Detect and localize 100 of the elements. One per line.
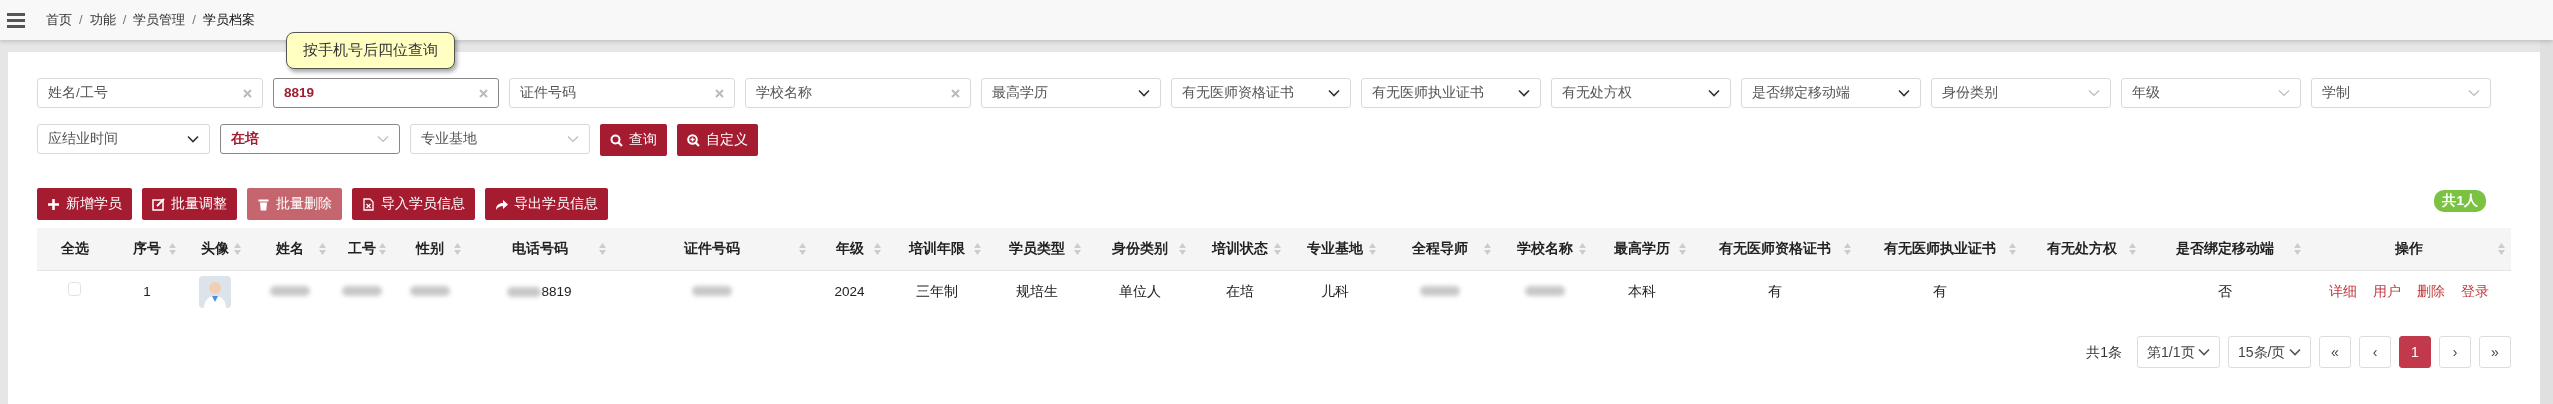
- row-checkbox[interactable]: [67, 282, 82, 296]
- tooltip: 按手机号后四位查询: [286, 32, 455, 69]
- count-badge: 共1人: [2434, 190, 2486, 213]
- column-header: 全选: [37, 228, 112, 270]
- sort-icon: [454, 243, 461, 255]
- dropdown[interactable]: 年级: [2121, 78, 2301, 108]
- column-header[interactable]: 专业基地: [1287, 228, 1382, 270]
- action-button[interactable]: 导出学员信息: [485, 188, 608, 220]
- dropdown[interactable]: 学制: [2311, 78, 2491, 108]
- column-header[interactable]: 年级: [812, 228, 887, 270]
- sort-icon: [599, 243, 606, 255]
- column-header[interactable]: 序号: [112, 228, 182, 270]
- chevron-icon: [1518, 89, 1530, 97]
- input-field[interactable]: 8819: [273, 78, 499, 108]
- page-button[interactable]: »: [2479, 336, 2511, 368]
- sort-icon: [379, 243, 386, 255]
- sort-icon: [2009, 243, 2016, 255]
- sort-icon: [974, 243, 981, 255]
- column-header[interactable]: 电话号码: [467, 228, 612, 270]
- action-link[interactable]: 登录: [2461, 284, 2489, 300]
- page-dropdown[interactable]: 第1/1页: [2137, 336, 2221, 368]
- input-field[interactable]: 学校名称: [745, 78, 971, 108]
- share-icon: [495, 197, 508, 211]
- clear-icon: [243, 88, 252, 98]
- table-cell: 在培: [1225, 284, 1254, 300]
- menu-button[interactable]: [7, 12, 25, 28]
- column-header[interactable]: 有无医师执业证书: [1857, 228, 2022, 270]
- breadcrumb-link[interactable]: 首页: [46, 10, 72, 30]
- column-header[interactable]: 身份类别: [1087, 228, 1192, 270]
- column-header[interactable]: 是否绑定移动端: [2142, 228, 2307, 270]
- dropdown[interactable]: 是否绑定移动端: [1741, 78, 1921, 108]
- column-header[interactable]: 最高学历: [1592, 228, 1692, 270]
- action-link[interactable]: 详细: [2329, 284, 2357, 300]
- chevron-icon: [187, 135, 199, 143]
- total-count: 共1条: [2086, 342, 2123, 362]
- page-button[interactable]: «: [2319, 336, 2351, 368]
- blurred-text: [409, 286, 450, 297]
- sort-icon: [1679, 243, 1686, 255]
- sort-icon: [1579, 243, 1586, 255]
- column-header[interactable]: 学校名称: [1497, 228, 1592, 270]
- clear-icon: [951, 88, 960, 98]
- dropdown[interactable]: 有无医师资格证书: [1171, 78, 1351, 108]
- document-icon: [362, 197, 375, 211]
- dropdown[interactable]: 在培: [220, 124, 400, 154]
- chevron-icon: [1328, 89, 1340, 97]
- breadcrumb-link[interactable]: 功能: [89, 10, 116, 30]
- table-cell-text: 8819: [541, 282, 572, 301]
- scrollbar[interactable]: [2540, 40, 2553, 404]
- breadcrumb-separator: /: [192, 11, 196, 30]
- dropdown[interactable]: 身份类别: [1931, 78, 2111, 108]
- action-button[interactable]: 导入学员信息: [352, 188, 475, 220]
- clear-icon: [479, 88, 488, 98]
- chevron-icon: [2468, 89, 2480, 97]
- column-header[interactable]: 性别: [392, 228, 467, 270]
- input-field[interactable]: 姓名/工号: [37, 78, 263, 108]
- edit-icon: [152, 197, 165, 211]
- column-header[interactable]: 操作: [2307, 228, 2511, 270]
- search-button[interactable]: 查询: [600, 124, 667, 156]
- zoom-in-icon: [687, 133, 700, 147]
- dropdown[interactable]: 有无处方权: [1551, 78, 1731, 108]
- dropdown[interactable]: 有无医师执业证书: [1361, 78, 1541, 108]
- blurred-text: [269, 286, 310, 297]
- column-header[interactable]: 有无处方权: [2022, 228, 2142, 270]
- blurred-text: [342, 286, 382, 297]
- column-header[interactable]: 培训年限: [887, 228, 987, 270]
- column-header[interactable]: 证件号码: [612, 228, 812, 270]
- sort-icon: [1179, 243, 1186, 255]
- column-header[interactable]: 有无医师资格证书: [1692, 228, 1857, 270]
- dropdown[interactable]: 应结业时间: [37, 124, 210, 154]
- chevron-icon: [1138, 89, 1150, 97]
- column-header[interactable]: 学员类型: [987, 228, 1087, 270]
- column-header[interactable]: 全程导师: [1382, 228, 1497, 270]
- sort-icon: [2498, 243, 2505, 255]
- page-button[interactable]: ‹: [2359, 336, 2391, 368]
- dropdown[interactable]: 专业基地: [410, 124, 590, 154]
- action-button[interactable]: 新增学员: [37, 188, 132, 220]
- breadcrumb-link[interactable]: 学员管理: [133, 10, 186, 30]
- column-header[interactable]: 头像: [182, 228, 247, 270]
- blurred-text: [1524, 286, 1565, 297]
- column-header[interactable]: 姓名: [247, 228, 332, 270]
- custom-button[interactable]: 自定义: [677, 124, 758, 156]
- column-header[interactable]: 工号: [332, 228, 392, 270]
- action-link[interactable]: 删除: [2417, 284, 2445, 300]
- chevron-icon: [1898, 89, 1910, 97]
- action-button[interactable]: 批量调整: [142, 188, 237, 220]
- chevron-icon: [1708, 89, 1720, 97]
- page-button[interactable]: 1: [2399, 336, 2431, 368]
- input-field[interactable]: 证件号码: [509, 78, 735, 108]
- chevron-icon: [2289, 348, 2301, 356]
- table-cell: 否: [2217, 284, 2232, 300]
- sort-icon: [234, 243, 241, 255]
- column-header[interactable]: 培训状态: [1192, 228, 1287, 270]
- sort-icon: [2294, 243, 2301, 255]
- dropdown[interactable]: 最高学历: [981, 78, 1161, 108]
- blurred-text: [692, 286, 732, 297]
- action-link[interactable]: 用户: [2373, 284, 2401, 300]
- sort-icon: [874, 243, 881, 255]
- sort-icon: [319, 243, 326, 255]
- page-button[interactable]: ›: [2439, 336, 2471, 368]
- page-dropdown[interactable]: 15条/页: [2228, 336, 2311, 368]
